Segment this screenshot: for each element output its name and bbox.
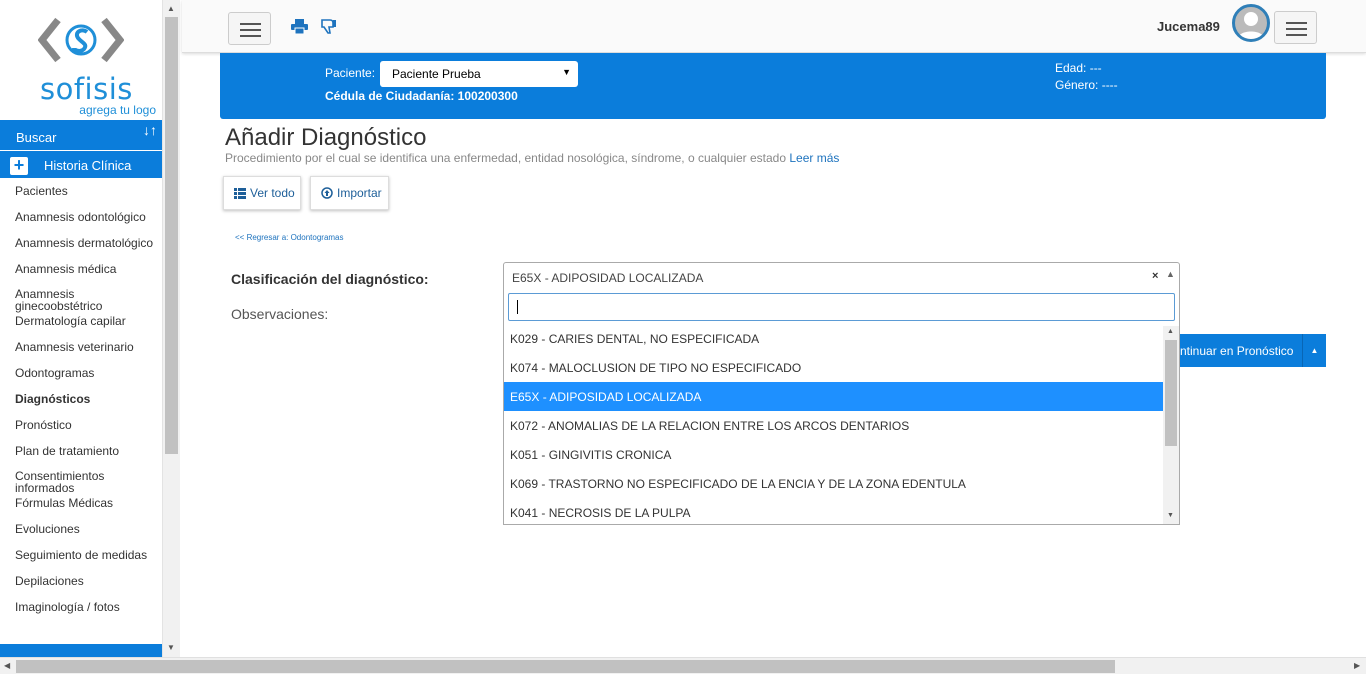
dropdown-option-highlighted[interactable]: E65X - ADIPOSIDAD LOCALIZADA	[504, 382, 1163, 411]
patient-label: Paciente:	[325, 66, 376, 80]
scroll-right-icon[interactable]: ▶	[1354, 661, 1360, 670]
dropdown-option[interactable]: K069 - TRASTORNO NO ESPECIFICADO DE LA E…	[504, 469, 1163, 498]
scroll-up-icon[interactable]: ▲	[1167, 328, 1174, 335]
continue-label: ntinuar en Pronóstico	[1180, 344, 1294, 358]
username[interactable]: Jucema89	[1157, 19, 1220, 34]
sidebar-item-depilaciones[interactable]: Depilaciones	[0, 568, 162, 594]
list-icon	[234, 187, 246, 199]
print-icon[interactable]	[291, 19, 308, 34]
menu-toggle-button[interactable]	[228, 12, 271, 45]
dropdown-option[interactable]: K072 - ANOMALIAS DE LA RELACION ENTRE LO…	[504, 411, 1163, 440]
sidebar-item-pronostico[interactable]: Pronóstico	[0, 412, 162, 438]
thumbs-down-icon[interactable]	[320, 18, 337, 35]
diagnosis-select-value: E65X - ADIPOSIDAD LOCALIZADA	[512, 271, 704, 285]
patient-banner: Paciente: Paciente Prueba ▼ Cédula de Ci…	[220, 53, 1326, 119]
patient-select-value: Paciente Prueba	[392, 67, 481, 81]
top-bar: Jucema89	[182, 0, 1366, 53]
circle-up-icon	[321, 187, 333, 199]
sidebar-search[interactable]: Buscar ↓↑	[0, 120, 162, 150]
sidebar-section-label: Historia Clínica	[44, 158, 132, 173]
sidebar-item-anamnesis-dermatologico[interactable]: Anamnesis dermatológico	[0, 230, 162, 256]
horizontal-scrollbar[interactable]: ◀ ▶	[0, 657, 1366, 674]
sidebar-item-plan-de-tratamiento[interactable]: Plan de tratamiento	[0, 438, 162, 464]
page-description-text: Procedimiento por el cual se identifica …	[225, 151, 787, 165]
patient-edad: Edad: ---	[1055, 61, 1102, 75]
sofisis-logo-icon	[38, 17, 124, 63]
sidebar: sofisis agrega tu logo Buscar ↓↑ + Histo…	[0, 0, 163, 657]
patient-genero: Género: ----	[1055, 78, 1118, 92]
dropdown-option[interactable]: K041 - NECROSIS DE LA PULPA	[504, 498, 1163, 524]
page-description: Procedimiento por el cual se identifica …	[225, 151, 839, 165]
brand-tagline[interactable]: agrega tu logo	[79, 103, 156, 117]
dropdown-option[interactable]: K074 - MALOCLUSION DE TIPO NO ESPECIFICA…	[504, 353, 1163, 382]
clasificacion-label: Clasificación del diagnóstico:	[231, 271, 429, 287]
sidebar-item-seguimiento-de-medidas[interactable]: Seguimiento de medidas	[0, 542, 162, 568]
ver-todo-button[interactable]: Ver todo	[223, 176, 301, 210]
sidebar-section-historia-clinica[interactable]: + Historia Clínica	[0, 151, 162, 178]
sidebar-item-anamnesis-medica[interactable]: Anamnesis médica	[0, 256, 162, 282]
chevron-up-icon[interactable]: ▲	[1166, 269, 1175, 279]
scrollbar-thumb[interactable]	[16, 660, 1115, 673]
sidebar-menu: Pacientes Anamnesis odontológico Anamnes…	[0, 178, 162, 620]
continue-pronostico-button[interactable]: ntinuar en Pronóstico ▲	[1180, 334, 1326, 367]
sort-icon[interactable]: ↓↑	[143, 122, 157, 138]
sidebar-item-anamnesis-veterinario[interactable]: Anamnesis veterinario	[0, 334, 162, 360]
observaciones-label: Observaciones:	[231, 306, 329, 322]
sidebar-item-odontogramas[interactable]: Odontogramas	[0, 360, 162, 386]
sidebar-item-diagnosticos[interactable]: Diagnósticos	[0, 386, 162, 412]
read-more-link[interactable]: Leer más	[789, 151, 839, 165]
scroll-down-icon[interactable]: ▼	[167, 643, 175, 652]
dropdown-options: K029 - CARIES DENTAL, NO ESPECIFICADA K0…	[504, 324, 1163, 524]
patient-select[interactable]: Paciente Prueba ▼	[380, 61, 578, 87]
dropdown-option[interactable]: K051 - GINGIVITIS CRONICA	[504, 440, 1163, 469]
sidebar-section-collapsed[interactable]	[0, 644, 162, 657]
page-title: Añadir Diagnóstico	[225, 124, 427, 151]
dropdown-search-input[interactable]	[508, 293, 1175, 321]
scroll-up-icon[interactable]: ▲	[167, 4, 175, 13]
app-window: sofisis agrega tu logo Buscar ↓↑ + Histo…	[0, 0, 1366, 676]
scrollbar-thumb[interactable]	[1165, 340, 1177, 446]
sidebar-item-evoluciones[interactable]: Evoluciones	[0, 516, 162, 542]
text-cursor	[517, 300, 518, 314]
caret-up-icon[interactable]: ▲	[1302, 334, 1326, 367]
diagnosis-dropdown: K029 - CARIES DENTAL, NO ESPECIFICADA K0…	[503, 290, 1180, 525]
sidebar-item-imaginologia[interactable]: Imaginología / fotos	[0, 594, 162, 620]
sidebar-item-pacientes[interactable]: Pacientes	[0, 178, 162, 204]
scroll-down-icon[interactable]: ▼	[1167, 512, 1174, 519]
importar-label: Importar	[337, 186, 382, 200]
back-link[interactable]: << Regresar a: Odontogramas	[235, 233, 344, 242]
scrollbar-thumb[interactable]	[165, 17, 178, 454]
scroll-left-icon[interactable]: ◀	[4, 661, 10, 670]
brand-name: sofisis	[40, 72, 133, 106]
user-avatar-icon[interactable]	[1232, 4, 1270, 42]
dropdown-scrollbar[interactable]: ▲ ▼	[1163, 326, 1179, 524]
sidebar-scrollbar[interactable]: ▲ ▼	[163, 0, 180, 657]
chevron-down-icon: ▼	[562, 67, 571, 77]
ver-todo-label: Ver todo	[250, 186, 295, 200]
sidebar-search-label: Buscar	[16, 130, 57, 145]
patient-cedula: Cédula de Ciudadanía: 100200300	[325, 89, 518, 103]
sidebar-item-anamnesis-odontologico[interactable]: Anamnesis odontológico	[0, 204, 162, 230]
logo: sofisis agrega tu logo	[0, 0, 162, 119]
plus-icon: +	[10, 156, 28, 175]
diagnosis-select[interactable]: E65X - ADIPOSIDAD LOCALIZADA × ▲	[503, 262, 1180, 291]
importar-button[interactable]: Importar	[310, 176, 389, 210]
user-menu-button[interactable]	[1274, 11, 1317, 44]
dropdown-option[interactable]: K029 - CARIES DENTAL, NO ESPECIFICADA	[504, 324, 1163, 353]
clear-icon[interactable]: ×	[1152, 270, 1158, 282]
